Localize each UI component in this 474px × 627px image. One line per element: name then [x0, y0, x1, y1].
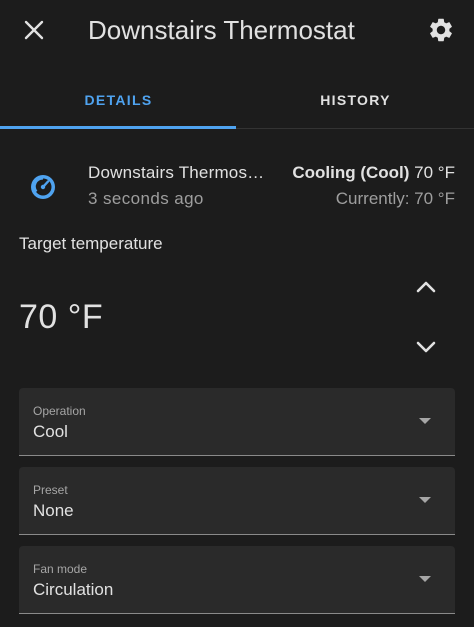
thermostat-dialog: Downstairs Thermostat DETAILS HISTORY Do…	[0, 0, 474, 627]
preset-select[interactable]: Preset None	[19, 467, 455, 535]
app-bar: Downstairs Thermostat	[0, 0, 474, 60]
tab-bar: DETAILS HISTORY	[0, 72, 474, 129]
dropdown-arrow-icon	[419, 418, 431, 424]
preset-label: Preset	[33, 483, 68, 497]
thermostat-icon	[31, 175, 55, 199]
target-temperature-value: 70 °F	[19, 298, 104, 336]
entity-state: Cooling (Cool) 70 °F	[292, 162, 455, 184]
gear-icon	[430, 18, 452, 42]
preset-value: None	[33, 501, 74, 520]
close-button[interactable]	[16, 12, 52, 48]
tab-history[interactable]: HISTORY	[237, 72, 474, 128]
operation-value: Cool	[33, 422, 68, 441]
chevron-down-icon	[416, 341, 436, 353]
dropdown-arrow-icon	[419, 497, 431, 503]
fan-mode-label: Fan mode	[33, 562, 88, 576]
dialog-title: Downstairs Thermostat	[88, 15, 355, 45]
close-icon	[24, 20, 44, 40]
tab-details[interactable]: DETAILS	[0, 72, 237, 128]
entity-last-changed: 3 seconds ago	[88, 189, 204, 208]
dropdown-arrow-icon	[419, 576, 431, 582]
entity-name: Downstairs Thermostat	[88, 163, 266, 182]
chevron-up-icon	[416, 281, 436, 293]
entity-current-temp: Currently: 70 °F	[335, 189, 455, 208]
entity-state-temp: 70 °F	[414, 163, 455, 182]
settings-button[interactable]	[422, 11, 460, 49]
decrease-temperature-button[interactable]	[405, 326, 447, 368]
operation-label: Operation	[33, 404, 86, 418]
fan-mode-value: Circulation	[33, 580, 114, 599]
target-temperature-label: Target temperature	[19, 234, 163, 253]
fan-mode-select[interactable]: Fan mode Circulation	[19, 546, 455, 614]
operation-select[interactable]: Operation Cool	[19, 388, 455, 456]
increase-temperature-button[interactable]	[405, 266, 447, 308]
active-tab-indicator	[0, 126, 236, 129]
entity-state-mode: Cooling (Cool)	[292, 163, 410, 182]
entity-row: Downstairs Thermostat 3 seconds ago Cool…	[0, 152, 474, 216]
